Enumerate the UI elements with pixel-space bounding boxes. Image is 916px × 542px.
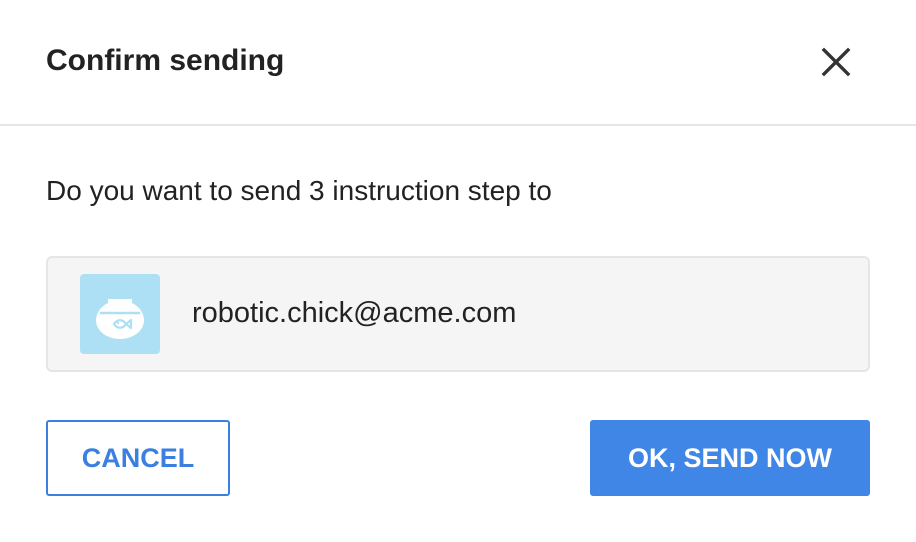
recipient-card: robotic.chick@acme.com — [46, 256, 870, 372]
close-icon — [821, 47, 851, 77]
dialog-title: Confirm sending — [46, 44, 285, 77]
confirm-message: Do you want to send 3 instruction step t… — [46, 175, 552, 206]
avatar — [80, 274, 160, 354]
fishbowl-avatar-icon — [96, 299, 144, 339]
close-button[interactable] — [812, 38, 860, 86]
cancel-button[interactable]: CANCEL — [46, 420, 230, 496]
confirm-sending-dialog: Confirm sending Do you want to send 3 in… — [0, 0, 916, 542]
recipient-email: robotic.chick@acme.com — [192, 297, 517, 329]
send-now-button[interactable]: OK, SEND NOW — [590, 420, 870, 496]
dialog-header: Confirm sending — [0, 0, 916, 126]
